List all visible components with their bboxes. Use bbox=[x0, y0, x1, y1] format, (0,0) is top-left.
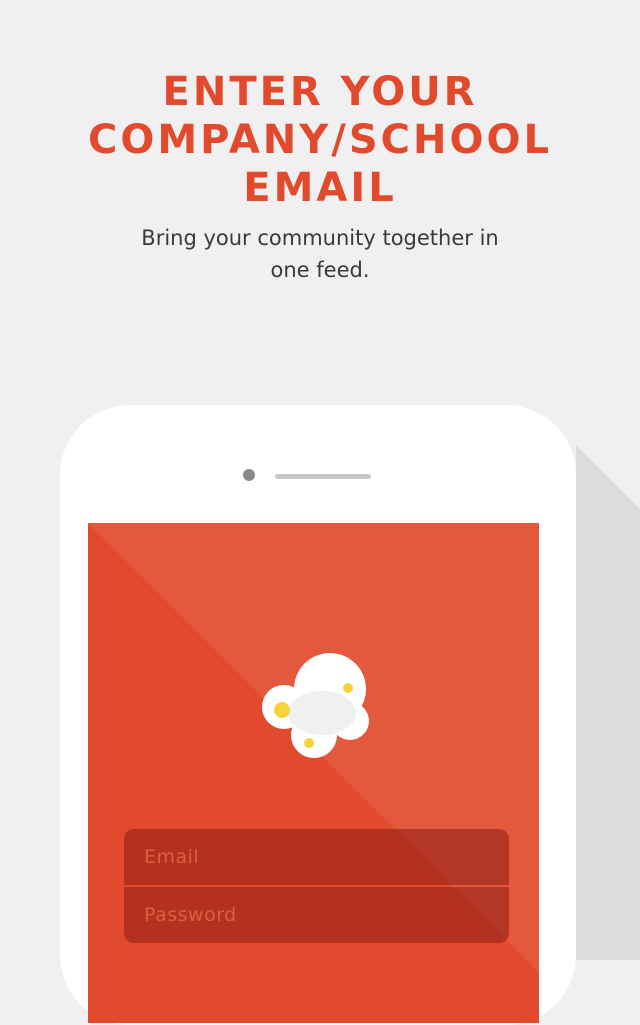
email-field[interactable]: Email bbox=[124, 829, 509, 885]
phone-speaker bbox=[275, 474, 371, 479]
phone-camera bbox=[243, 469, 255, 481]
page-title-line-2: COMPANY/SCHOOL bbox=[88, 117, 552, 163]
subtitle-line-1: Bring your community together in bbox=[141, 226, 499, 250]
popcorn-cloud-icon bbox=[262, 653, 369, 758]
screen-diagonal-highlight bbox=[88, 523, 539, 973]
page-title-line-3: EMAIL bbox=[243, 165, 397, 211]
phone-screen: Email Password bbox=[88, 523, 539, 1023]
page-subtitle: Bring your community together in one fee… bbox=[120, 222, 520, 286]
password-field[interactable]: Password bbox=[124, 887, 509, 943]
subtitle-line-2: one feed. bbox=[270, 258, 370, 282]
page-title: ENTER YOUR COMPANY/SCHOOL EMAIL bbox=[0, 68, 640, 212]
page-title-line-1: ENTER YOUR bbox=[162, 69, 478, 115]
phone-illustration: Email Password bbox=[60, 405, 576, 1025]
